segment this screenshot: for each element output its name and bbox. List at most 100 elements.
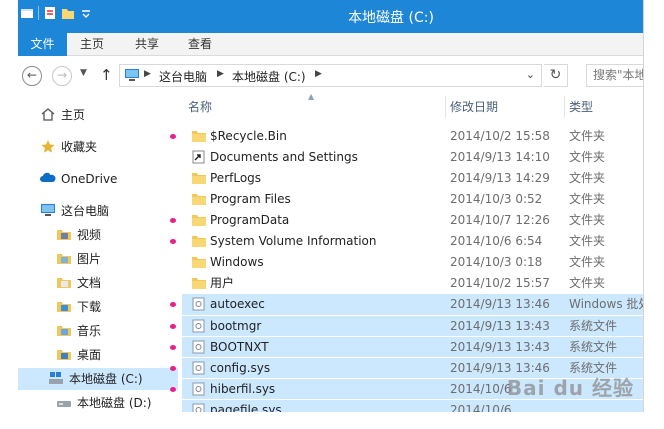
- file-row[interactable]: ProgramData 2014/10/7 12:26 文件夹: [170, 210, 643, 231]
- file-name: ProgramData: [210, 213, 290, 227]
- file-row[interactable]: Windows 2014/10/3 0:18 文件夹: [182, 252, 643, 273]
- file-type: 文件夹: [569, 129, 606, 143]
- address-bar[interactable]: ▶ 这台电脑 ▶ 本地磁盘 (C:) ▶ ⌄: [119, 64, 542, 87]
- file-row[interactable]: autoexec 2014/9/13 13:46 Windows 批处: [170, 294, 644, 315]
- breadcrumb-local-disk[interactable]: 本地磁盘 (C:): [232, 68, 306, 85]
- file-row[interactable]: PerfLogs 2014/9/13 14:29 文件夹: [182, 168, 643, 189]
- file-type: Windows 批处: [569, 297, 644, 311]
- nav-item-downloads-folder[interactable]: 下载: [56, 296, 101, 318]
- breadcrumb-separator-icon[interactable]: ▶: [217, 69, 224, 79]
- file-name: autoexec: [210, 297, 265, 311]
- highlight-marker: [170, 134, 176, 139]
- file-name: config.sys: [210, 361, 271, 375]
- folder-icon: [191, 276, 207, 290]
- file-type: 文件夹: [569, 234, 606, 248]
- nav-item-star[interactable]: 收藏夹: [40, 136, 97, 158]
- nav-item-desktop-folder[interactable]: 桌面: [56, 344, 101, 366]
- file-date: 2014/9/13 13:46: [450, 297, 550, 311]
- breadcrumb-separator-icon[interactable]: ▶: [315, 69, 322, 79]
- file-row[interactable]: $Recycle.Bin 2014/10/2 15:58 文件夹: [170, 126, 643, 147]
- forward-button[interactable]: →: [52, 66, 72, 86]
- tab-share[interactable]: 共享: [135, 33, 159, 56]
- file-date: 2014/9/13 13:43: [450, 340, 550, 354]
- nav-item-label: 主页: [61, 108, 86, 122]
- column-header-name[interactable]: 名称: [188, 94, 212, 120]
- tab-file[interactable]: 文件: [18, 33, 67, 56]
- file-date: 2014/9/13 13:43: [450, 319, 550, 333]
- explorer-window: 本地磁盘 (C:) 文件 主页 共享 查看 ← → ▼ ↑ ▶ 这台电脑 ▶ 本…: [18, 0, 644, 412]
- downloads-folder-icon: [57, 302, 71, 312]
- file-row[interactable]: BOOTNXT 2014/9/13 13:43 系统文件: [170, 336, 643, 357]
- file-row[interactable]: Documents and Settings 2014/9/13 14:10 文件夹: [182, 147, 643, 168]
- file-type: 文件夹: [569, 276, 606, 290]
- column-divider[interactable]: [564, 96, 565, 118]
- column-divider[interactable]: [445, 96, 446, 118]
- file-name: pagefile.sys: [210, 403, 282, 412]
- baidu-watermark: Bai du 经验: [506, 376, 634, 400]
- file-name: $Recycle.Bin: [210, 129, 287, 143]
- folder-icon: [191, 192, 207, 206]
- nav-item-label: 本地磁盘 (C:): [69, 372, 143, 386]
- nav-item-drive-c[interactable]: 本地磁盘 (C:): [18, 368, 178, 390]
- file-name: Windows: [210, 255, 264, 269]
- file-date: 2014/10/6 6:54: [450, 234, 543, 248]
- system-file-icon: [191, 361, 207, 375]
- highlight-marker: [170, 387, 176, 392]
- up-button[interactable]: ↑: [100, 66, 113, 84]
- file-date: 2014/10/2 15:57: [450, 276, 550, 290]
- documents-folder-icon: [57, 278, 71, 288]
- recent-locations-chevron-icon[interactable]: ▼: [80, 68, 87, 78]
- file-name: bootmgr: [210, 319, 262, 333]
- nav-item-video-folder[interactable]: 视频: [56, 224, 101, 246]
- cloud-icon: [40, 172, 56, 182]
- file-date: 2014/10/6: [450, 382, 512, 396]
- system-file-icon: [191, 319, 207, 333]
- highlight-marker: [170, 302, 176, 307]
- nav-item-label: 桌面: [77, 348, 102, 362]
- column-header-type[interactable]: 类型: [569, 94, 593, 120]
- file-row[interactable]: bootmgr 2014/9/13 13:43 系统文件: [170, 315, 643, 336]
- music-folder-icon: [57, 326, 71, 336]
- nav-item-documents-folder[interactable]: 文档: [56, 272, 101, 294]
- search-input[interactable]: 搜索"本地: [586, 64, 643, 87]
- file-type: 文件夹: [569, 192, 606, 206]
- nav-item-computer[interactable]: 这台电脑: [40, 200, 109, 222]
- highlight-marker: [170, 345, 176, 350]
- highlight-marker: [170, 218, 176, 223]
- folder-icon: [191, 255, 207, 269]
- nav-item-home[interactable]: 主页: [40, 104, 85, 126]
- refresh-button[interactable]: ↻: [544, 64, 568, 87]
- breadcrumb-separator-icon[interactable]: ▶: [144, 69, 151, 79]
- pictures-folder-icon: [57, 254, 71, 264]
- file-list: $Recycle.Bin 2014/10/2 15:58 文件夹 Documents …: [170, 126, 644, 412]
- file-row[interactable]: Program Files 2014/10/3 0:52 文件夹: [182, 189, 643, 210]
- nav-item-label: 下载: [77, 300, 102, 314]
- file-row[interactable]: System Volume Information 2014/10/6 6:54 文…: [170, 231, 643, 252]
- file-type: 文件夹: [569, 213, 606, 227]
- breadcrumb-this-pc[interactable]: 这台电脑: [159, 68, 207, 85]
- file-name: hiberfil.sys: [210, 382, 276, 396]
- navigation-bar: ← → ▼ ↑ ▶ 这台电脑 ▶ 本地磁盘 (C:) ▶ ⌄ ↻ 搜索"本地: [18, 56, 643, 94]
- column-header-date[interactable]: 修改日期: [450, 94, 498, 120]
- nav-item-pictures-folder[interactable]: 图片: [56, 248, 101, 270]
- system-file-icon: [191, 340, 207, 354]
- tab-home[interactable]: 主页: [80, 33, 104, 56]
- window-title: 本地磁盘 (C:): [348, 10, 434, 26]
- tab-view[interactable]: 查看: [188, 33, 212, 56]
- file-row[interactable]: 用户 2014/10/2 15:57 文件夹: [182, 273, 643, 294]
- batch-file-icon: [191, 297, 207, 311]
- file-date: 2014/10/7 12:26: [450, 213, 550, 227]
- nav-item-cloud[interactable]: OneDrive: [40, 168, 117, 190]
- nav-item-label: 这台电脑: [61, 204, 110, 218]
- file-date: 2014/9/13 14:10: [450, 150, 550, 164]
- file-type: 系统文件: [569, 319, 618, 333]
- file-name: 用户: [210, 276, 235, 290]
- nav-item-drive-d[interactable]: 本地磁盘 (D:): [56, 392, 151, 412]
- folder-icon: [191, 234, 207, 248]
- drive-c-icon: [49, 372, 63, 384]
- address-dropdown-chevron-icon[interactable]: ⌄: [526, 68, 535, 81]
- file-date: 2014/10/6: [450, 403, 512, 412]
- nav-item-music-folder[interactable]: 音乐: [56, 320, 101, 342]
- back-button[interactable]: ←: [22, 66, 42, 86]
- system-file-icon: [191, 382, 207, 396]
